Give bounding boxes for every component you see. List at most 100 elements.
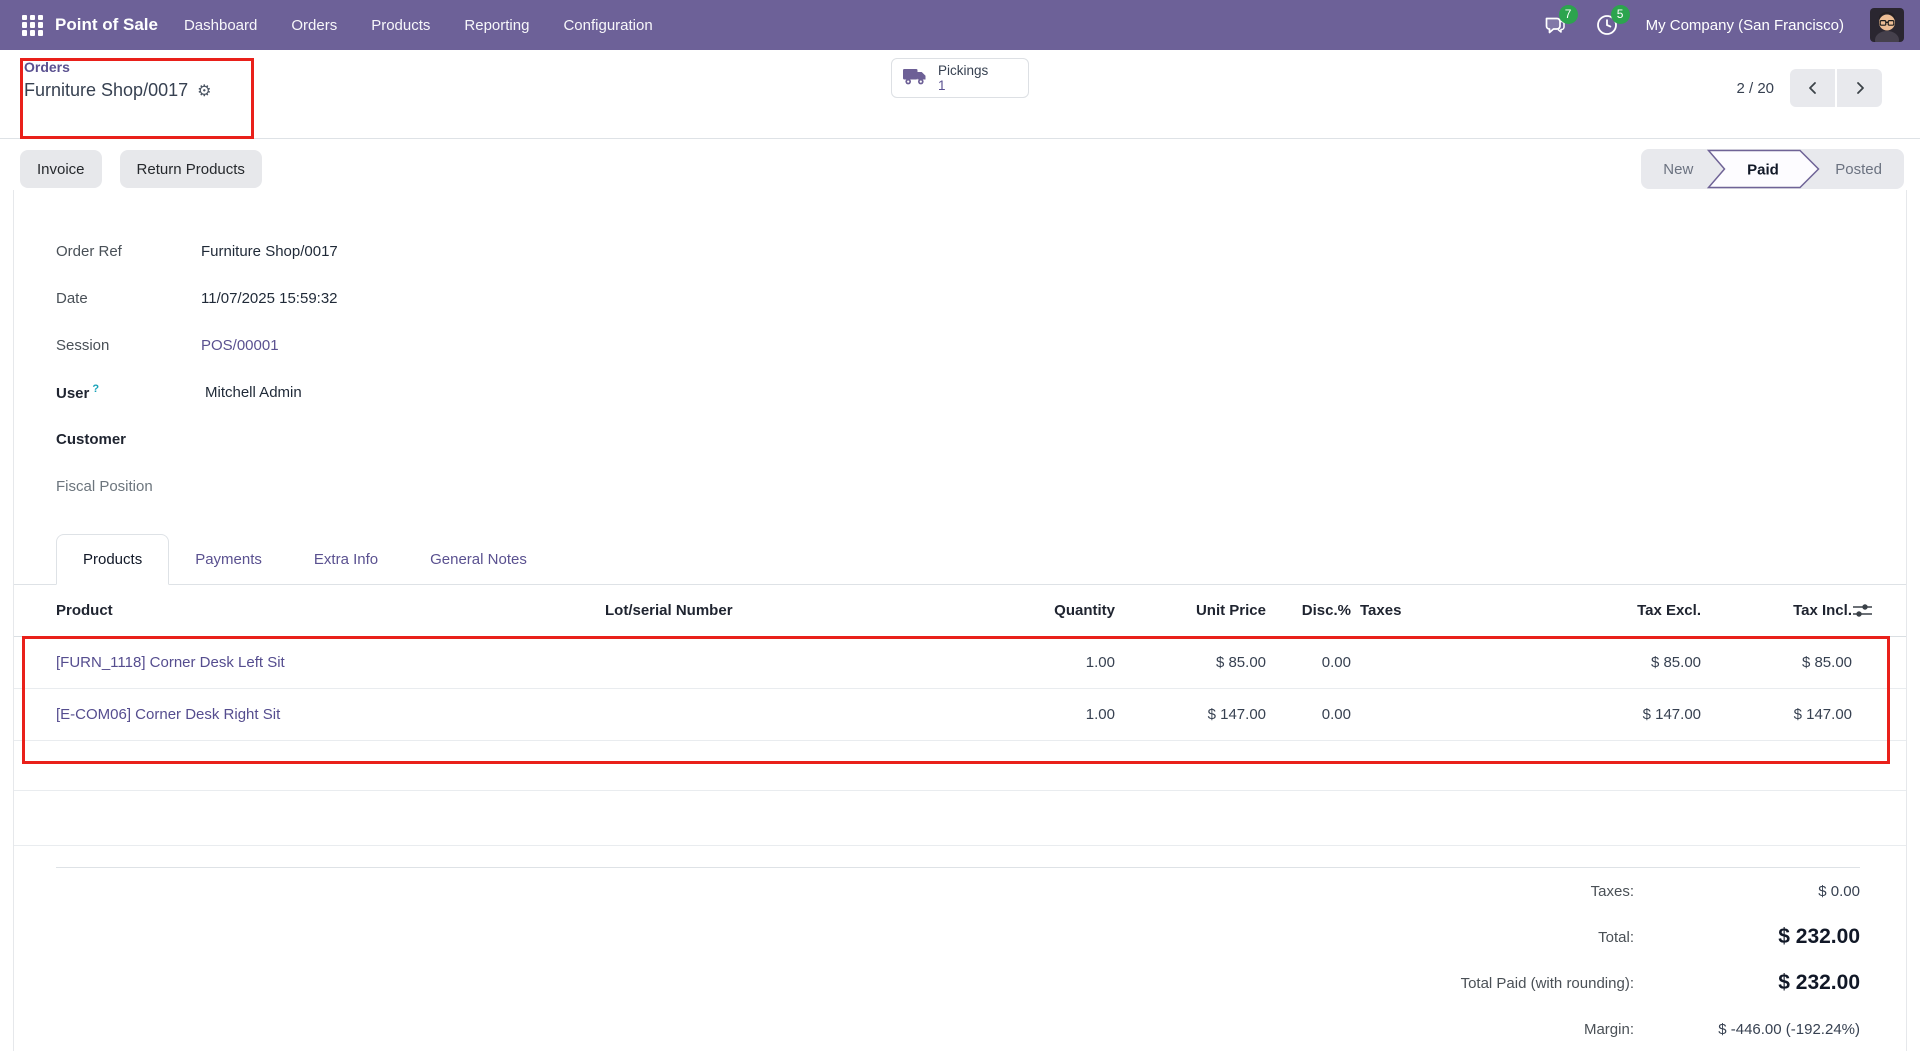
col-taxes[interactable]: Taxes xyxy=(1351,602,1590,619)
col-unit-price[interactable]: Unit Price xyxy=(1115,602,1266,619)
quantity-cell: 1.00 xyxy=(905,654,1115,671)
breadcrumb-orders-link[interactable]: Orders xyxy=(24,59,70,75)
col-tax-incl[interactable]: Tax Incl. xyxy=(1701,602,1852,619)
session-link[interactable]: POS/00001 xyxy=(201,337,279,354)
date-value[interactable]: 11/07/2025 15:59:32 xyxy=(201,290,338,307)
disc-cell: 0.00 xyxy=(1266,654,1351,671)
col-disc[interactable]: Disc.% xyxy=(1266,602,1351,619)
menu-reporting[interactable]: Reporting xyxy=(464,17,529,34)
page-title: Furniture Shop/0017 xyxy=(24,80,188,101)
tax-incl-cell: $ 85.00 xyxy=(1701,654,1852,671)
notebook-tabs: Products Payments Extra Info General Not… xyxy=(14,534,1906,585)
chevron-right-icon xyxy=(1852,80,1868,96)
total-value: $ 232.00 xyxy=(1634,925,1860,949)
products-table-header: Product Lot/serial Number Quantity Unit … xyxy=(14,585,1906,637)
quantity-cell: 1.00 xyxy=(905,706,1115,723)
form-sheet: Order Ref Furniture Shop/0017 Date 11/07… xyxy=(13,190,1907,1051)
col-lot-serial[interactable]: Lot/serial Number xyxy=(605,602,905,619)
gear-icon[interactable]: ⚙ xyxy=(197,81,211,101)
order-fields: Order Ref Furniture Shop/0017 Date 11/07… xyxy=(56,228,1906,510)
order-ref-label: Order Ref xyxy=(56,243,201,260)
status-pipeline: New Paid Posted xyxy=(1641,149,1904,189)
product-link[interactable]: [E-COM06] Corner Desk Right Sit xyxy=(56,706,605,723)
top-navbar: Point of Sale Dashboard Orders Products … xyxy=(0,0,1920,50)
menu-products[interactable]: Products xyxy=(371,17,430,34)
tab-payments[interactable]: Payments xyxy=(169,534,288,584)
help-icon[interactable]: ? xyxy=(92,383,99,395)
user-avatar[interactable] xyxy=(1870,8,1904,42)
col-tax-excl[interactable]: Tax Excl. xyxy=(1590,602,1701,619)
tax-excl-cell: $ 85.00 xyxy=(1590,654,1701,671)
clock-icon xyxy=(1594,25,1620,42)
date-label: Date xyxy=(56,290,201,307)
totals-paid-row: Total Paid (with rounding): $ 232.00 xyxy=(14,960,1860,1006)
tab-general-notes[interactable]: General Notes xyxy=(404,534,553,584)
menu-configuration[interactable]: Configuration xyxy=(563,17,652,34)
tax-incl-cell: $ 147.00 xyxy=(1701,706,1852,723)
session-label: Session xyxy=(56,337,201,354)
breadcrumb: Orders Furniture Shop/0017 ⚙ xyxy=(24,59,211,101)
pager-next-button[interactable] xyxy=(1837,69,1882,107)
section-divider xyxy=(14,845,1906,846)
unit-price-cell: $ 85.00 xyxy=(1115,654,1266,671)
customer-label: Customer xyxy=(56,431,201,448)
margin-value: $ -446.00 (-192.24%) xyxy=(1634,1021,1860,1038)
tab-extra-info[interactable]: Extra Info xyxy=(288,534,404,584)
field-customer: Customer xyxy=(56,416,1906,463)
field-user: User? Mitchell Admin xyxy=(56,369,1906,416)
pager: 2 / 20 xyxy=(1736,69,1882,107)
order-ref-value[interactable]: Furniture Shop/0017 xyxy=(201,243,338,260)
company-switcher[interactable]: My Company (San Francisco) xyxy=(1646,17,1844,34)
svg-text:Paid: Paid xyxy=(1747,162,1779,179)
chevron-left-icon xyxy=(1805,80,1821,96)
optional-columns-icon[interactable] xyxy=(1852,603,1899,618)
activities-badge: 5 xyxy=(1611,5,1630,24)
pos-order-form-page: Point of Sale Dashboard Orders Products … xyxy=(0,0,1920,1051)
disc-cell: 0.00 xyxy=(1266,706,1351,723)
col-product[interactable]: Product xyxy=(56,602,605,619)
activities-button[interactable]: 5 xyxy=(1594,12,1620,38)
products-table: Product Lot/serial Number Quantity Unit … xyxy=(14,585,1906,791)
taxes-total-value: $ 0.00 xyxy=(1634,883,1860,900)
menu-dashboard[interactable]: Dashboard xyxy=(184,17,257,34)
status-posted[interactable]: Posted xyxy=(1813,161,1904,178)
apps-menu-icon[interactable] xyxy=(22,15,43,36)
pager-value: 2 / 20 xyxy=(1736,80,1774,97)
table-empty-row[interactable] xyxy=(14,741,1906,791)
app-name[interactable]: Point of Sale xyxy=(55,15,158,35)
pager-previous-button[interactable] xyxy=(1790,69,1835,107)
menu-orders[interactable]: Orders xyxy=(291,17,337,34)
messages-button[interactable]: 7 xyxy=(1542,12,1568,38)
status-new[interactable]: New xyxy=(1641,161,1715,178)
taxes-total-label: Taxes: xyxy=(1591,883,1634,900)
invoice-button[interactable]: Invoice xyxy=(20,150,102,188)
table-row[interactable]: [FURN_1118] Corner Desk Left Sit 1.00 $ … xyxy=(14,637,1906,689)
total-paid-label: Total Paid (with rounding): xyxy=(1461,975,1634,992)
col-quantity[interactable]: Quantity xyxy=(905,602,1115,619)
total-paid-value: $ 232.00 xyxy=(1634,971,1860,995)
pickings-smart-button[interactable]: Pickings 1 xyxy=(891,58,1029,98)
tab-products[interactable]: Products xyxy=(56,534,169,585)
margin-label: Margin: xyxy=(1584,1021,1634,1038)
user-label: User? xyxy=(56,383,201,402)
product-link[interactable]: [FURN_1118] Corner Desk Left Sit xyxy=(56,654,605,671)
truck-icon xyxy=(902,67,929,90)
pickings-count: 1 xyxy=(938,78,988,93)
totals-margin-row: Margin: $ -446.00 (-192.24%) xyxy=(14,1006,1860,1051)
totals-section: Taxes: $ 0.00 Total: $ 232.00 Total Paid… xyxy=(14,867,1906,1051)
totals-taxes-row: Taxes: $ 0.00 xyxy=(14,868,1860,914)
field-date: Date 11/07/2025 15:59:32 xyxy=(56,275,1906,322)
form-statusbar: Invoice Return Products New Paid Posted xyxy=(0,139,1920,190)
totals-total-row: Total: $ 232.00 xyxy=(14,914,1860,960)
messages-badge: 7 xyxy=(1559,5,1578,24)
control-panel: Orders Furniture Shop/0017 ⚙ Pickings 1 xyxy=(0,50,1920,139)
status-paid-active[interactable]: Paid xyxy=(1707,149,1821,189)
field-fiscal-position: Fiscal Position xyxy=(56,463,1906,510)
return-products-button[interactable]: Return Products xyxy=(120,150,262,188)
field-order-ref: Order Ref Furniture Shop/0017 xyxy=(56,228,1906,275)
chat-bubbles-icon xyxy=(1542,25,1568,42)
total-label: Total: xyxy=(1598,929,1634,946)
table-row[interactable]: [E-COM06] Corner Desk Right Sit 1.00 $ 1… xyxy=(14,689,1906,741)
user-value[interactable]: Mitchell Admin xyxy=(201,384,302,401)
fiscal-position-label: Fiscal Position xyxy=(56,478,201,495)
